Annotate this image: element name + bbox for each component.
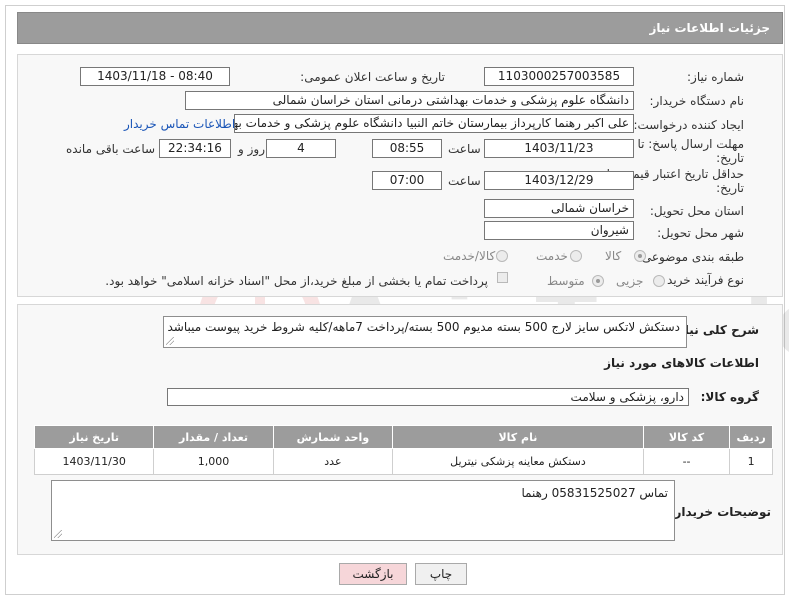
col-item-code: کد کالا bbox=[642, 425, 731, 449]
delivery-province-field: خراسان شمالی bbox=[484, 199, 634, 218]
need-number-label: شماره نیاز: bbox=[687, 70, 744, 84]
buyer-notes-field: تماس 05831525027 رهنما bbox=[51, 480, 675, 541]
remaining-time-field: 22:34:16 bbox=[159, 139, 231, 158]
reply-deadline-label-date: تاریخ: bbox=[716, 151, 744, 165]
buyer-org-field: دانشگاه علوم پزشکی و خدمات بهداشتی درمان… bbox=[185, 91, 634, 110]
requester-label: ایجاد کننده درخواست: bbox=[633, 118, 744, 132]
resize-handle-icon[interactable] bbox=[54, 530, 62, 538]
table-header-row: ردیف کد کالا نام کالا واحد شمارش تعداد /… bbox=[33, 425, 773, 449]
reply-deadline-label: مهلت ارسال پاسخ: تا bbox=[637, 137, 744, 151]
category-both-radio[interactable] bbox=[496, 250, 508, 262]
need-number-field: 1103000257003585 bbox=[484, 67, 634, 86]
description-field: دستکش لاتکس سایز لارج 500 بسته مدیوم 500… bbox=[163, 316, 687, 348]
print-button[interactable]: چاپ bbox=[415, 563, 467, 585]
remaining-time-label: ساعت باقی مانده bbox=[66, 142, 156, 156]
requester-field: علی اکبر رهنما کارپرداز بیمارستان خاتم ا… bbox=[234, 114, 634, 133]
cell-quantity: 1,000 bbox=[153, 448, 274, 475]
buyer-contact-link[interactable]: اطلاعات تماس خریدار bbox=[124, 117, 235, 131]
reply-days-field: 4 bbox=[266, 139, 336, 158]
category-service-label: خدمت bbox=[536, 249, 568, 263]
treasury-payment-checkbox[interactable] bbox=[497, 272, 508, 283]
back-button[interactable]: بازگشت bbox=[339, 563, 407, 585]
description-text: دستکش لاتکس سایز لارج 500 بسته مدیوم 500… bbox=[167, 320, 680, 334]
price-validity-label-date: تاریخ: bbox=[716, 181, 744, 195]
col-unit: واحد شمارش bbox=[272, 425, 394, 449]
category-label: طبقه بندی موضوعی: bbox=[637, 250, 744, 264]
process-minor-radio[interactable] bbox=[653, 275, 665, 287]
goods-group-label: گروه کالا: bbox=[700, 390, 759, 404]
announce-datetime-label: تاریخ و ساعت اعلان عمومی: bbox=[300, 70, 445, 84]
reply-days-label: روز و bbox=[238, 142, 265, 156]
process-type-label: نوع فرآیند خرید : bbox=[659, 273, 744, 287]
goods-group-field: دارو، پزشکی و سلامت bbox=[167, 388, 689, 406]
reply-deadline-time-label: ساعت bbox=[448, 142, 481, 156]
delivery-province-label: استان محل تحویل: bbox=[649, 204, 744, 218]
col-quantity: تعداد / مقدار bbox=[153, 425, 274, 449]
page-title: جزئیات اطلاعات نیاز bbox=[649, 21, 770, 35]
process-medium-radio[interactable] bbox=[592, 275, 604, 287]
category-service-radio[interactable] bbox=[570, 250, 582, 262]
col-item-name: نام کالا bbox=[392, 425, 644, 449]
cell-unit: عدد bbox=[272, 448, 394, 475]
cell-item-name: دستکش معاینه پزشکی نیتریل bbox=[392, 448, 644, 475]
cell-item-code: -- bbox=[642, 448, 731, 475]
category-goods-radio[interactable] bbox=[634, 250, 646, 262]
cell-row-number: 1 bbox=[729, 448, 773, 475]
price-validity-time-label: ساعت bbox=[448, 174, 481, 188]
reply-deadline-time-field: 08:55 bbox=[372, 139, 442, 158]
delivery-city-label: شهر محل تحویل: bbox=[657, 226, 744, 240]
goods-info-title: اطلاعات کالاهای مورد نیاز bbox=[604, 356, 759, 370]
delivery-city-field: شیروان bbox=[484, 221, 634, 240]
table-row: 1 -- دستکش معاینه پزشکی نیتریل عدد 1,000… bbox=[33, 448, 773, 475]
page-header: جزئیات اطلاعات نیاز bbox=[17, 12, 783, 44]
treasury-payment-note: پرداخت تمام یا بخشی از مبلغ خرید،از محل … bbox=[105, 274, 488, 288]
goods-table: ردیف کد کالا نام کالا واحد شمارش تعداد /… bbox=[33, 425, 773, 475]
announce-datetime-field: 1403/11/18 - 08:40 bbox=[80, 67, 230, 86]
category-goods-label: کالا bbox=[605, 249, 622, 263]
cell-need-date: 1403/11/30 bbox=[33, 448, 155, 475]
resize-handle-icon[interactable] bbox=[166, 337, 174, 345]
buyer-notes-label: توضیحات خریدار: bbox=[669, 505, 771, 519]
col-need-date: تاریخ نیاز bbox=[33, 425, 155, 449]
price-validity-date-field: 1403/12/29 bbox=[484, 171, 634, 190]
process-minor-label: جزیی bbox=[616, 274, 644, 288]
col-row-number: ردیف bbox=[729, 425, 773, 449]
process-medium-label: متوسط bbox=[547, 274, 585, 288]
category-both-label: کالا/خدمت bbox=[443, 249, 496, 263]
price-validity-time-field: 07:00 bbox=[372, 171, 442, 190]
buyer-notes-text: تماس 05831525027 رهنما bbox=[521, 486, 668, 500]
reply-deadline-date-field: 1403/11/23 bbox=[484, 139, 634, 158]
buyer-org-label: نام دستگاه خریدار: bbox=[649, 94, 745, 108]
